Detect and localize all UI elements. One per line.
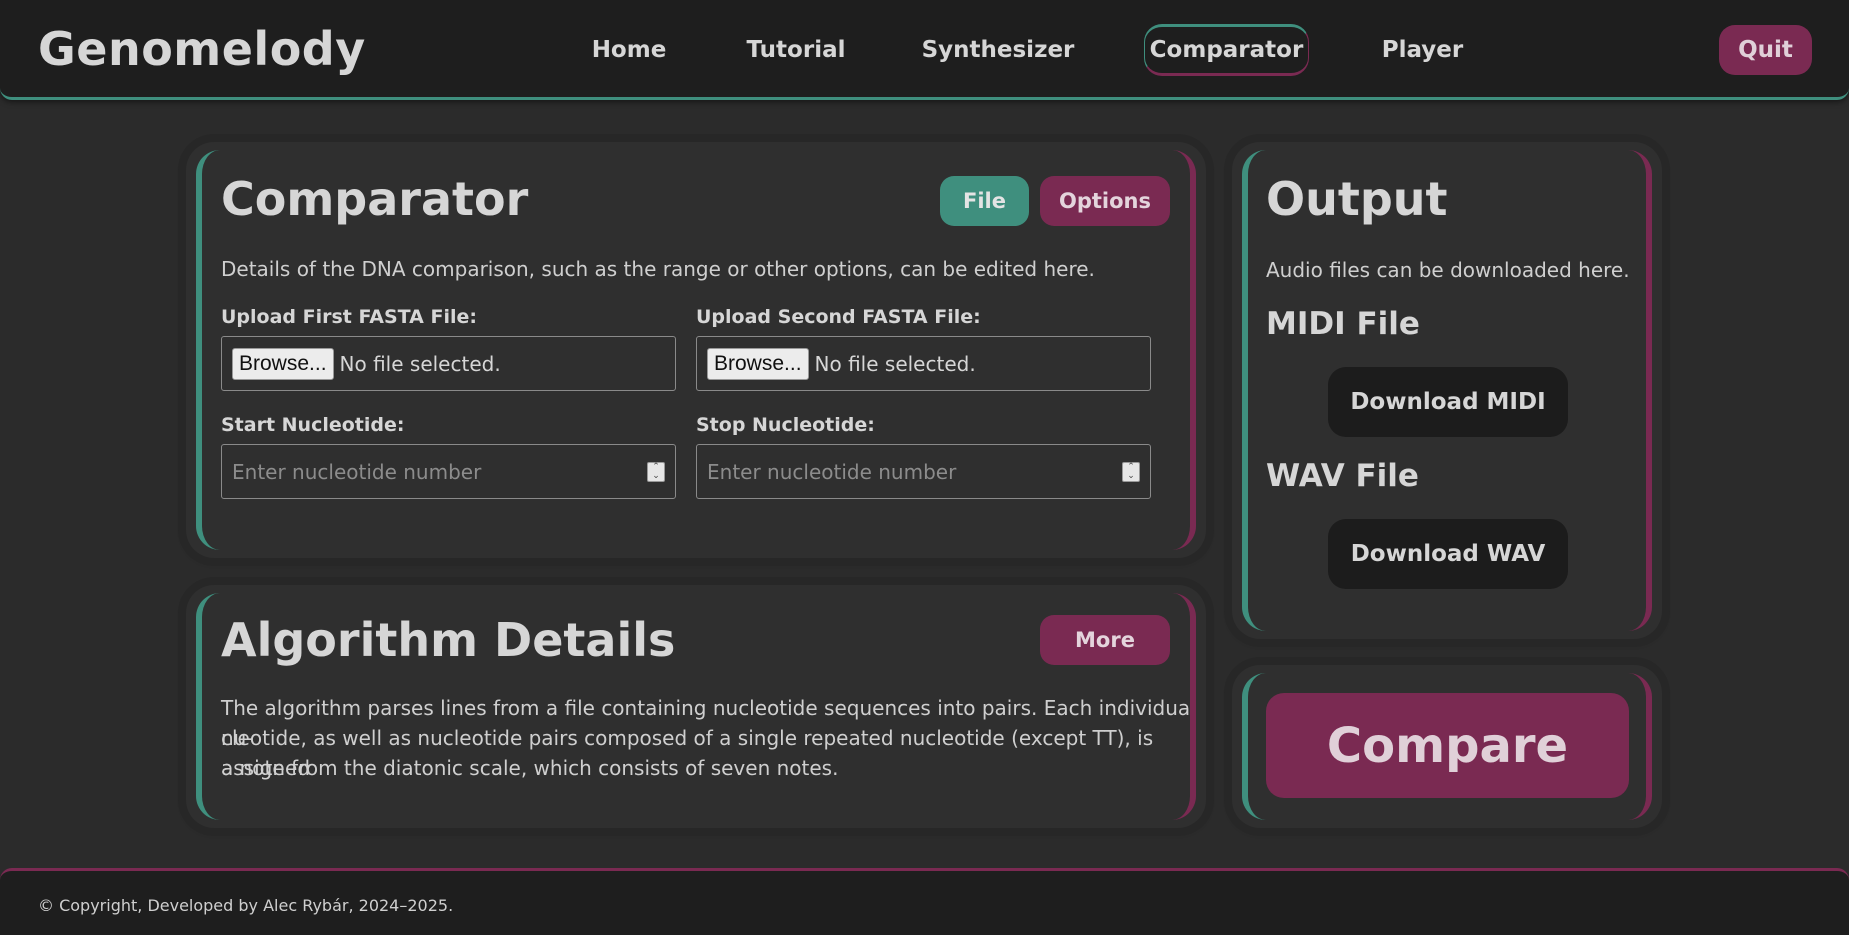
nav-home[interactable]: Home <box>574 24 684 76</box>
stop-nucleotide-label: Stop Nucleotide: <box>696 414 875 436</box>
first-file-status: No file selected. <box>339 351 501 376</box>
output-title: Output <box>1266 172 1448 226</box>
quit-button[interactable]: Quit <box>1719 25 1812 75</box>
algorithm-description-line-3: a note from the diatonic scale, which co… <box>221 756 839 780</box>
comparator-title: Comparator <box>221 172 529 226</box>
second-file-label: Upload Second FASTA File: <box>696 306 981 328</box>
stop-spinner-icon[interactable]: ⌃ ⌄ <box>1122 462 1140 482</box>
footer: © Copyright, Developed by Alec Rybár, 20… <box>0 868 1849 935</box>
nav-tutorial[interactable]: Tutorial <box>736 24 856 76</box>
algorithm-card: Algorithm Details More The algorithm par… <box>186 585 1206 828</box>
copyright-text: © Copyright, Developed by Alec Rybár, 20… <box>38 896 454 915</box>
midi-heading: MIDI File <box>1266 306 1420 342</box>
brand-logo-text[interactable]: Genomelody <box>38 22 366 76</box>
comparator-description: Details of the DNA comparison, such as t… <box>221 257 1095 281</box>
more-button[interactable]: More <box>1040 615 1170 665</box>
start-nucleotide-field: ⌃⌄ <box>221 444 676 499</box>
first-file-input[interactable]: Browse... No file selected. <box>221 336 676 391</box>
second-file-input[interactable]: Browse... No file selected. <box>696 336 1151 391</box>
nav-player[interactable]: Player <box>1370 24 1475 76</box>
options-tab-button[interactable]: Options <box>1040 176 1170 226</box>
algorithm-title: Algorithm Details <box>221 613 676 667</box>
first-file-label: Upload First FASTA File: <box>221 306 477 328</box>
nav-synthesizer[interactable]: Synthesizer <box>918 24 1078 76</box>
file-tab-button[interactable]: File <box>940 176 1029 226</box>
first-browse-button[interactable]: Browse... <box>232 347 334 380</box>
top-navbar: Genomelody Home Tutorial Synthesizer Com… <box>0 0 1849 100</box>
wav-heading: WAV File <box>1266 458 1419 494</box>
start-spinner-icon[interactable]: ⌃ ⌄ <box>647 462 665 482</box>
compare-button[interactable]: Compare <box>1266 693 1629 798</box>
download-wav-button[interactable]: Download WAV <box>1328 519 1568 589</box>
comparator-card: Comparator File Options Details of the D… <box>186 142 1206 558</box>
output-card: Output Audio files can be downloaded her… <box>1232 142 1662 639</box>
second-browse-button[interactable]: Browse... <box>707 347 809 380</box>
stop-nucleotide-input[interactable] <box>707 459 1107 484</box>
output-description: Audio files can be downloaded here. <box>1266 258 1630 282</box>
start-nucleotide-label: Start Nucleotide: <box>221 414 405 436</box>
second-file-status: No file selected. <box>814 351 976 376</box>
nav-comparator[interactable]: Comparator <box>1144 24 1309 76</box>
download-midi-button[interactable]: Download MIDI <box>1328 367 1568 437</box>
start-nucleotide-input[interactable] <box>232 459 632 484</box>
stop-nucleotide-field: ⌃⌄ <box>696 444 1151 499</box>
